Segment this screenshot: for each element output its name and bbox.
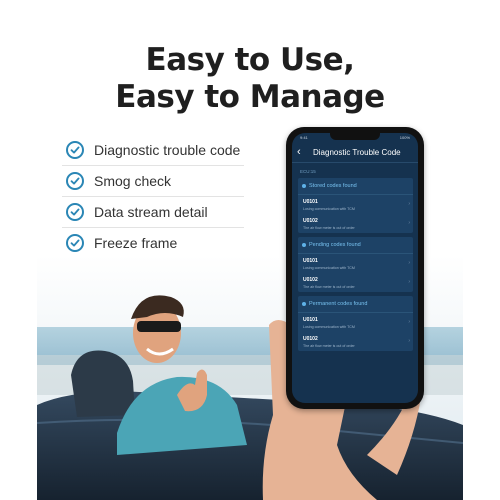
code-row[interactable]: U0101 Losing communication with TCM › bbox=[298, 254, 413, 273]
feature-item: Smog check bbox=[62, 166, 244, 197]
check-icon bbox=[66, 234, 84, 252]
bullet-icon bbox=[302, 243, 306, 247]
check-icon bbox=[66, 141, 84, 159]
feature-label: Diagnostic trouble code bbox=[94, 142, 241, 158]
code-description: The air flow meter is out of order bbox=[303, 285, 355, 289]
code-group-title: Permanent codes found bbox=[309, 301, 368, 307]
bullet-icon bbox=[302, 302, 306, 306]
ecu-label: ECU:15 bbox=[300, 169, 316, 174]
code-row[interactable]: U0102 The air flow meter is out of order… bbox=[298, 332, 413, 351]
headline-line-1: Easy to Use, bbox=[145, 42, 355, 78]
code-group-title: Stored codes found bbox=[309, 183, 357, 189]
code-id: U0102 bbox=[303, 218, 318, 224]
feature-item: Diagnostic trouble code bbox=[62, 135, 244, 166]
chevron-right-icon: › bbox=[408, 279, 410, 285]
phone-mockup: 9:41 100% ‹ Diagnostic Trouble Code ECU:… bbox=[286, 127, 424, 409]
code-id: U0101 bbox=[303, 317, 318, 323]
code-description: Losing communication with TCM bbox=[303, 266, 355, 270]
chevron-right-icon: › bbox=[408, 319, 410, 325]
feature-label: Freeze frame bbox=[94, 235, 178, 251]
code-group-title: Pending codes found bbox=[309, 242, 361, 248]
code-row[interactable]: U0101 Losing communication with TCM › bbox=[298, 313, 413, 332]
code-group-header: Permanent codes found bbox=[298, 296, 413, 313]
code-description: The air flow meter is out of order bbox=[303, 226, 355, 230]
chevron-right-icon: › bbox=[408, 201, 410, 207]
code-group-stored: Stored codes found U0101 Losing communic… bbox=[298, 178, 413, 233]
headline-line-2: Easy to Manage bbox=[115, 79, 385, 115]
check-icon bbox=[66, 172, 84, 190]
headline: Easy to Use, Easy to Manage bbox=[0, 42, 500, 116]
bullet-icon bbox=[302, 184, 306, 188]
code-row[interactable]: U0102 The air flow meter is out of order… bbox=[298, 273, 413, 292]
feature-item: Data stream detail bbox=[62, 197, 244, 228]
feature-label: Smog check bbox=[94, 173, 172, 189]
code-description: Losing communication with TCM bbox=[303, 325, 355, 329]
code-description: The air flow meter is out of order bbox=[303, 344, 355, 348]
code-id: U0101 bbox=[303, 199, 318, 205]
check-icon bbox=[66, 203, 84, 221]
screen-title: Diagnostic Trouble Code bbox=[313, 147, 401, 157]
code-id: U0101 bbox=[303, 258, 318, 264]
code-group-header: Stored codes found bbox=[298, 178, 413, 195]
code-group-header: Pending codes found bbox=[298, 237, 413, 254]
code-description: Losing communication with TCM bbox=[303, 207, 355, 211]
feature-label: Data stream detail bbox=[94, 204, 208, 220]
code-id: U0102 bbox=[303, 336, 318, 342]
code-row[interactable]: U0102 The air flow meter is out of order… bbox=[298, 214, 413, 233]
feature-list: Diagnostic trouble code Smog check Data … bbox=[62, 135, 244, 259]
phone-notch bbox=[330, 133, 380, 140]
status-time: 9:41 bbox=[300, 135, 308, 140]
code-id: U0102 bbox=[303, 277, 318, 283]
code-group-pending: Pending codes found U0101 Losing communi… bbox=[298, 237, 413, 292]
chevron-right-icon: › bbox=[408, 338, 410, 344]
chevron-right-icon: › bbox=[408, 260, 410, 266]
code-group-permanent: Permanent codes found U0101 Losing commu… bbox=[298, 296, 413, 351]
status-battery: 100% bbox=[399, 135, 410, 140]
back-arrow-icon[interactable]: ‹ bbox=[297, 146, 307, 158]
app-screen: 9:41 100% ‹ Diagnostic Trouble Code ECU:… bbox=[292, 133, 418, 403]
app-header: ‹ Diagnostic Trouble Code bbox=[292, 142, 418, 163]
code-row[interactable]: U0101 Losing communication with TCM › bbox=[298, 195, 413, 214]
chevron-right-icon: › bbox=[408, 220, 410, 226]
